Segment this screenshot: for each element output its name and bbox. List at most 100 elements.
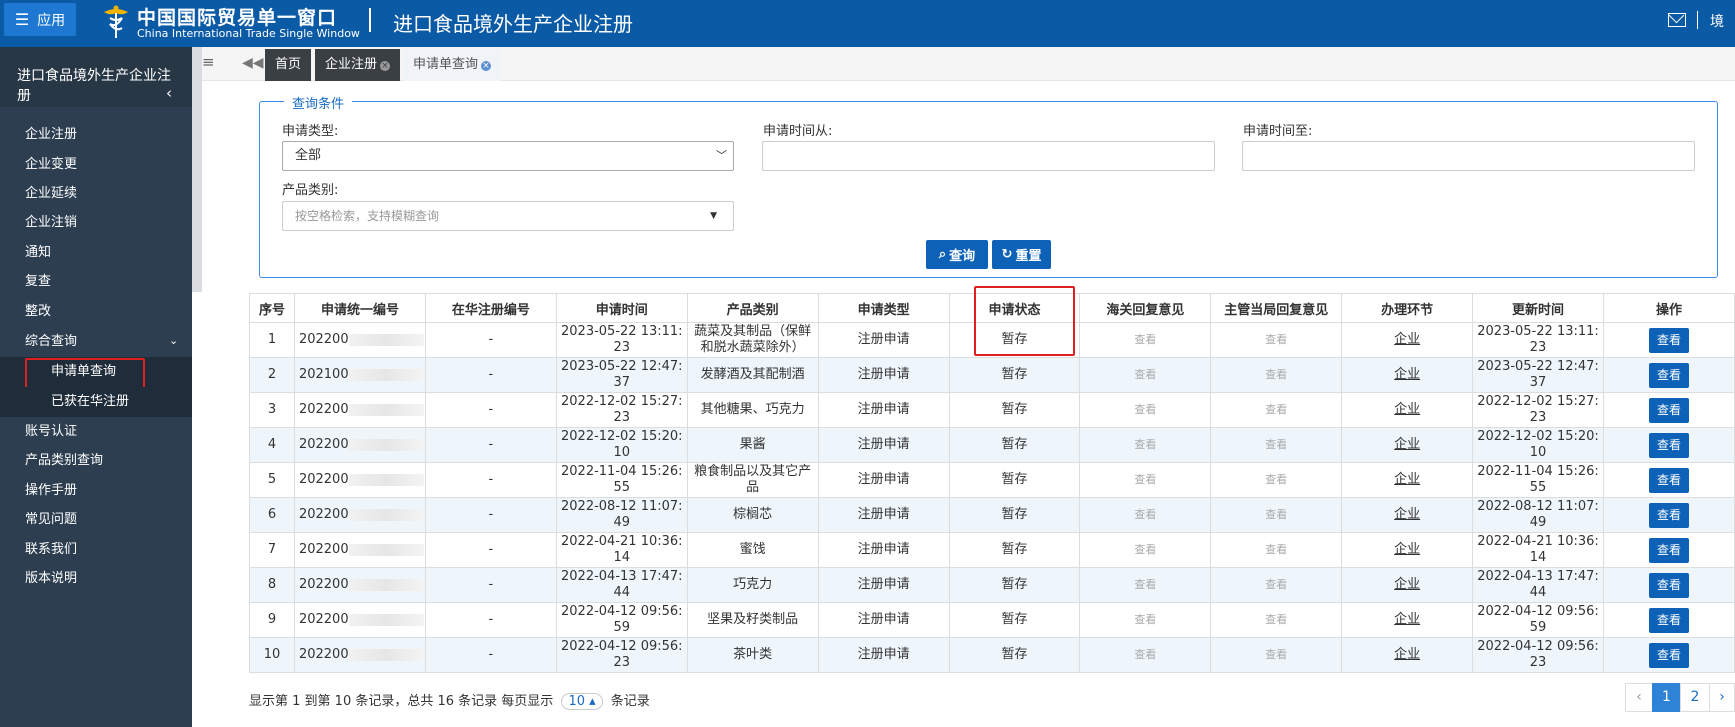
application-id: 202200	[293, 602, 426, 638]
customs-reply-link[interactable]: 查看	[1134, 648, 1156, 661]
process-stage-link[interactable]: 企业	[1394, 437, 1420, 452]
sidebar-item-account-auth[interactable]: 账号认证	[25, 421, 77, 443]
customs-reply: 查看	[1079, 637, 1212, 673]
next-page-button[interactable]: ›	[1709, 683, 1735, 712]
china-reg-number: -	[424, 392, 557, 428]
prev-page-button[interactable]: ‹	[1625, 683, 1653, 712]
view-button[interactable]: 查看	[1648, 362, 1689, 388]
view-button[interactable]: 查看	[1648, 432, 1689, 458]
tab-home[interactable]: 首页	[265, 49, 312, 81]
page-size-select[interactable]: 10 ▴	[561, 693, 603, 710]
sidebar-item-review[interactable]: 复查	[25, 271, 51, 293]
authority-reply-link[interactable]: 查看	[1265, 473, 1287, 486]
process-stage-link[interactable]: 企业	[1394, 542, 1420, 557]
view-button[interactable]: 查看	[1648, 537, 1689, 563]
process-stage-link[interactable]: 企业	[1394, 507, 1420, 522]
view-button[interactable]: 查看	[1648, 327, 1689, 353]
user-menu[interactable]: 境	[1710, 11, 1724, 31]
reset-button[interactable]: ↻ 重置	[992, 240, 1051, 269]
process-stage-link[interactable]: 企业	[1394, 577, 1420, 592]
customs-reply-link[interactable]: 查看	[1134, 368, 1156, 381]
app-type-select[interactable]: 全部 ﹀	[282, 141, 734, 171]
process-stage: 企业	[1341, 497, 1474, 533]
authority-reply-link[interactable]: 查看	[1265, 438, 1287, 451]
authority-reply-link[interactable]: 查看	[1265, 578, 1287, 591]
process-stage: 企业	[1341, 567, 1474, 603]
view-button[interactable]: 查看	[1648, 397, 1689, 423]
process-stage-link[interactable]: 企业	[1394, 367, 1420, 382]
mail-icon[interactable]	[1668, 13, 1686, 27]
column-header: 更新时间	[1472, 293, 1604, 323]
authority-reply-link[interactable]: 查看	[1265, 368, 1287, 381]
sidebar-title: 进口食品境外生产企业注册	[17, 68, 171, 104]
customs-reply-link[interactable]: 查看	[1134, 613, 1156, 626]
china-reg-number: -	[424, 637, 557, 673]
customs-reply-link[interactable]: 查看	[1134, 508, 1156, 521]
tab-company-register[interactable]: 企业注册 ×	[315, 49, 401, 81]
page-2-button[interactable]: 2	[1680, 683, 1710, 712]
sidebar-item-rectify[interactable]: 整改	[25, 301, 51, 323]
search-button[interactable]: ⌕ 查询	[926, 240, 988, 269]
application-time: 2022-04-12 09:56:23	[555, 637, 688, 673]
page-1-button[interactable]: 1	[1652, 683, 1681, 712]
operation-cell: 查看	[1602, 462, 1735, 498]
process-stage-link[interactable]: 企业	[1394, 612, 1420, 627]
authority-reply-link[interactable]: 查看	[1265, 333, 1287, 346]
process-stage-link[interactable]: 企业	[1394, 647, 1420, 662]
time-to-input[interactable]	[1242, 141, 1695, 171]
customs-reply-link[interactable]: 查看	[1134, 578, 1156, 591]
process-stage-link[interactable]: 企业	[1394, 332, 1420, 347]
sidebar-item-manual[interactable]: 操作手册	[25, 480, 77, 502]
tab-application-query[interactable]: 申请单查询 ×	[403, 49, 502, 81]
sidebar-item-company-change[interactable]: 企业变更	[25, 154, 77, 176]
china-reg-number: -	[424, 602, 557, 638]
app-menu-button[interactable]: ☰ 应用	[4, 3, 76, 36]
product-category-combo[interactable]: 按空格检索，支持模糊查询 ▼	[282, 201, 734, 231]
sidebar-item-general-query[interactable]: 综合查询	[25, 331, 77, 353]
sidebar-item-company-renewal[interactable]: 企业延续	[25, 183, 77, 205]
china-reg-number: -	[424, 462, 557, 498]
sidebar-item-product-category[interactable]: 产品类别查询	[25, 450, 103, 472]
view-button[interactable]: 查看	[1648, 502, 1689, 528]
authority-reply: 查看	[1210, 392, 1343, 428]
product-category: 蔬菜及其制品（保鲜和脱水蔬菜除外）	[686, 322, 819, 358]
sidebar-scrollbar[interactable]	[192, 47, 202, 292]
sidebar-subitem-china-registered[interactable]: 已获在华注册	[0, 387, 192, 417]
sidebar-item-company-register[interactable]: 企业注册	[25, 124, 77, 146]
time-from-input[interactable]	[762, 141, 1215, 171]
process-stage-link[interactable]: 企业	[1394, 472, 1420, 487]
highlight-annotation	[25, 358, 145, 390]
authority-reply-link[interactable]: 查看	[1265, 543, 1287, 556]
sidebar-item-company-cancel[interactable]: 企业注销	[25, 212, 77, 234]
sidebar-item-faq[interactable]: 常见问题	[25, 509, 77, 531]
sidebar-item-notice[interactable]: 通知	[25, 242, 51, 264]
application-time: 2022-12-02 15:20:10	[555, 427, 688, 463]
view-button[interactable]: 查看	[1648, 467, 1689, 493]
sidebar-item-version[interactable]: 版本说明	[25, 568, 77, 590]
tab-scroll-left-icon[interactable]: ◀◀	[242, 55, 264, 71]
close-icon[interactable]: ×	[481, 61, 492, 71]
authority-reply-link[interactable]: 查看	[1265, 613, 1287, 626]
customs-reply-link[interactable]: 查看	[1134, 473, 1156, 486]
hamburger-icon[interactable]: ≡	[202, 53, 218, 71]
view-button[interactable]: 查看	[1648, 642, 1689, 668]
process-stage-link[interactable]: 企业	[1394, 402, 1420, 417]
sidebar-item-contact[interactable]: 联系我们	[25, 539, 77, 561]
application-type: 注册申请	[817, 322, 950, 358]
chevron-down-icon: ﹀	[716, 149, 727, 162]
tab-label: 企业注册	[325, 57, 378, 72]
customs-reply-link[interactable]: 查看	[1134, 543, 1156, 556]
customs-reply-link[interactable]: 查看	[1134, 438, 1156, 451]
application-status: 暂存	[948, 602, 1081, 638]
application-time: 2022-12-02 15:27:23	[555, 392, 688, 428]
view-button[interactable]: 查看	[1648, 572, 1689, 598]
authority-reply-link[interactable]: 查看	[1265, 508, 1287, 521]
authority-reply-link[interactable]: 查看	[1265, 648, 1287, 661]
customs-reply-link[interactable]: 查看	[1134, 333, 1156, 346]
customs-reply-link[interactable]: 查看	[1134, 403, 1156, 416]
query-conditions-legend: 查询条件	[284, 93, 353, 112]
authority-reply-link[interactable]: 查看	[1265, 403, 1287, 416]
view-button[interactable]: 查看	[1648, 607, 1689, 633]
close-icon[interactable]: ×	[380, 61, 391, 71]
chevron-left-icon[interactable]: ‹	[166, 84, 172, 102]
